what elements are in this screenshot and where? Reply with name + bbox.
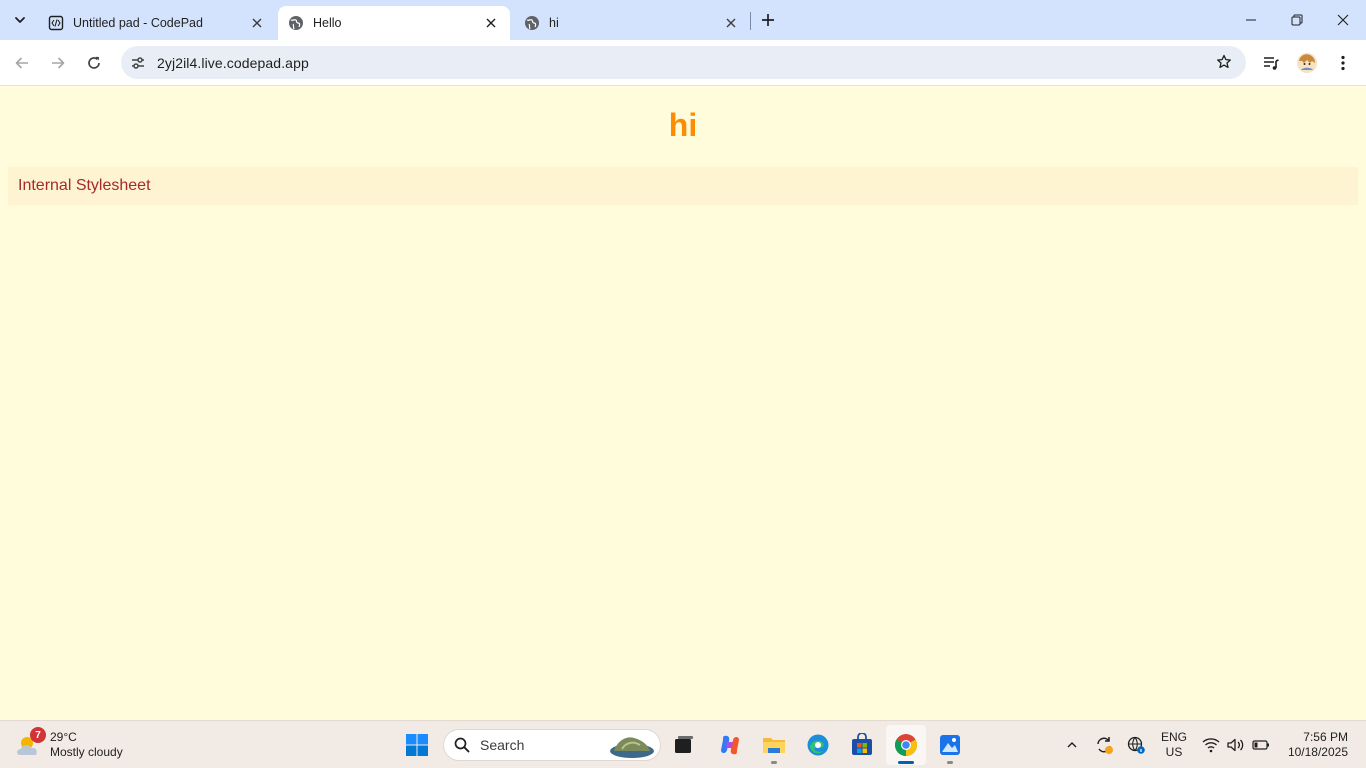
task-view-icon — [675, 736, 693, 753]
windows-logo-icon — [406, 734, 428, 756]
copilot-button[interactable] — [710, 725, 750, 765]
language-indicator[interactable]: ENG US — [1160, 730, 1188, 760]
styled-paragraph: Internal Stylesheet — [8, 167, 1358, 205]
close-icon[interactable] — [248, 14, 266, 32]
store-icon — [852, 733, 872, 755]
url-text[interactable]: 2yj2il4.live.codepad.app — [157, 55, 309, 71]
address-bar[interactable]: 2yj2il4.live.codepad.app — [121, 46, 1246, 79]
sync-icon — [1097, 737, 1113, 754]
restore-icon — [1291, 14, 1303, 26]
arrow-right-icon — [52, 57, 65, 69]
tab-hi[interactable]: hi — [514, 6, 750, 40]
photos-icon — [940, 735, 960, 755]
bookmark-star-icon[interactable] — [1212, 50, 1236, 74]
onedrive-tray-button[interactable] — [1124, 731, 1148, 759]
plus-icon — [762, 14, 774, 26]
paragraph-text: Internal Stylesheet — [18, 177, 151, 194]
back-button[interactable] — [6, 47, 38, 79]
tab-search-button[interactable] — [6, 6, 34, 34]
edge-browser-icon — [807, 734, 829, 756]
photos-button[interactable] — [930, 725, 970, 765]
running-indicator — [947, 761, 953, 764]
minimize-icon — [1246, 19, 1256, 21]
codepad-icon — [48, 15, 64, 31]
globe-icon — [524, 15, 540, 31]
tab-title: hi — [549, 16, 559, 30]
close-window-button[interactable] — [1320, 0, 1366, 40]
arrow-left-icon — [15, 57, 28, 69]
weather-temperature: 29°C — [50, 730, 77, 744]
wifi-icon — [1202, 738, 1220, 753]
active-indicator — [898, 761, 914, 764]
tab-codepad[interactable]: Untitled pad - CodePad — [38, 6, 276, 40]
weather-widget[interactable]: 7 29°C Mostly cloudy — [14, 727, 123, 763]
chrome-button[interactable] — [886, 725, 926, 765]
show-hidden-icons-button[interactable] — [1060, 731, 1084, 759]
restore-button[interactable] — [1274, 0, 1320, 40]
avatar-icon — [1297, 53, 1317, 73]
profile-avatar[interactable] — [1291, 47, 1323, 79]
sync-tray-button[interactable] — [1092, 731, 1116, 759]
clock-time: 7:56 PM — [1303, 730, 1348, 744]
close-icon[interactable] — [722, 14, 740, 32]
new-tab-button[interactable] — [754, 6, 782, 34]
chrome-icon — [895, 734, 917, 756]
search-label: Search — [480, 737, 525, 753]
file-explorer-button[interactable] — [754, 725, 794, 765]
tab-hello[interactable]: Hello — [278, 6, 510, 40]
volume-status[interactable] — [1225, 731, 1247, 759]
edge-button[interactable] — [798, 725, 838, 765]
web-page: hi Internal Stylesheet — [0, 87, 1366, 720]
running-indicator — [771, 761, 777, 764]
weather-condition: Mostly cloudy — [50, 745, 123, 759]
taskbar-clock[interactable]: 7:56 PM 10/18/2025 — [1278, 730, 1348, 760]
copilot-icon — [721, 735, 739, 755]
weather-badge: 7 — [30, 727, 46, 743]
tab-title: Hello — [313, 16, 342, 30]
tab-title: Untitled pad - CodePad — [73, 16, 203, 30]
volume-icon — [1227, 738, 1244, 752]
battery-icon — [1252, 740, 1269, 750]
chevron-up-icon — [1067, 742, 1077, 748]
battery-status[interactable] — [1250, 731, 1272, 759]
start-button[interactable] — [397, 725, 437, 765]
close-icon — [1337, 14, 1349, 26]
cloud-sun-icon: 7 — [14, 727, 46, 761]
language-region: US — [1165, 745, 1183, 759]
folder-icon — [763, 738, 785, 753]
taskbar: 7 29°C Mostly cloudy Search ENG US 7:56 … — [0, 720, 1366, 768]
minimize-button[interactable] — [1228, 0, 1274, 40]
forward-button[interactable] — [42, 47, 74, 79]
globe-icon — [288, 15, 304, 31]
task-view-button[interactable] — [664, 725, 704, 765]
wifi-status[interactable] — [1200, 731, 1222, 759]
close-icon[interactable] — [482, 14, 500, 32]
chevron-down-icon — [15, 17, 25, 23]
media-queue-icon — [1264, 57, 1279, 70]
clock-date: 10/18/2025 — [1287, 745, 1348, 759]
store-button[interactable] — [842, 725, 882, 765]
language-code: ENG — [1160, 730, 1187, 744]
browser-menu-button[interactable] — [1327, 47, 1359, 79]
reload-icon — [88, 56, 100, 69]
reload-button[interactable] — [78, 47, 110, 79]
search-highlight-illustration — [610, 737, 654, 758]
page-heading: hi — [668, 107, 698, 143]
taskbar-search[interactable]: Search — [443, 729, 661, 761]
tab-strip: Untitled pad - CodePad Hello hi — [0, 0, 1366, 40]
kebab-menu-icon — [1341, 55, 1345, 71]
media-control-button[interactable] — [1255, 47, 1287, 79]
browser-toolbar: 2yj2il4.live.codepad.app — [0, 40, 1366, 86]
search-icon — [444, 730, 480, 760]
network-status-icon — [1127, 736, 1145, 754]
tab-separator — [750, 12, 751, 30]
site-settings-icon[interactable] — [123, 48, 153, 78]
